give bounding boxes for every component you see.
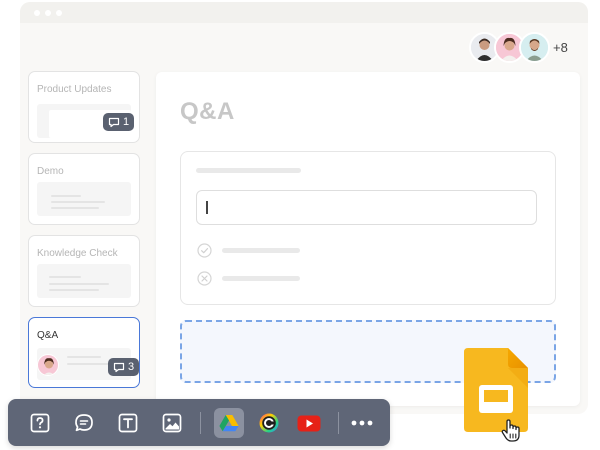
check-circle-icon[interactable] (197, 243, 212, 258)
more-icon (351, 420, 373, 426)
slide-title: Q&A (37, 330, 59, 341)
toolbar-divider (200, 412, 201, 434)
text-icon (118, 413, 138, 433)
comment-count: 1 (123, 116, 130, 128)
add-text-button[interactable] (113, 408, 143, 438)
page-title[interactable]: Q&A (180, 98, 235, 126)
question-placeholder (196, 168, 301, 173)
question-icon (30, 413, 50, 433)
integration-button[interactable] (254, 408, 284, 438)
comment-icon (108, 117, 120, 127)
image-icon (162, 413, 182, 433)
youtube-icon (297, 415, 321, 431)
slide-thumbnail-product-updates[interactable]: Product Updates 1 (28, 71, 140, 143)
more-options-button[interactable] (347, 408, 377, 438)
window-dot (34, 10, 40, 16)
title-bar (20, 2, 588, 23)
add-comment-button[interactable] (69, 408, 99, 438)
comment-icon (113, 362, 125, 372)
x-circle-icon[interactable] (197, 271, 212, 286)
google-drive-icon (219, 415, 239, 432)
slide-title: Knowledge Check (37, 248, 118, 259)
window-dot (56, 10, 62, 16)
add-question-button[interactable] (25, 408, 55, 438)
slide-thumbnail-demo[interactable]: Demo (28, 153, 140, 225)
slide-title: Demo (37, 166, 64, 177)
slide-thumbnail-knowledge-check[interactable]: Knowledge Check (28, 235, 140, 307)
slide-thumbnail-qa[interactable]: Q&A 3 (28, 317, 140, 388)
comment-count: 3 (128, 361, 135, 373)
hand-cursor-icon (501, 419, 520, 442)
avatar[interactable] (519, 32, 550, 63)
option-placeholder (222, 248, 300, 253)
option-placeholder (222, 276, 300, 281)
add-image-button[interactable] (157, 408, 187, 438)
comment-count-badge[interactable]: 3 (108, 358, 140, 376)
answer-input[interactable] (196, 190, 537, 225)
text-caret (206, 201, 208, 214)
presentation-editor: +8 Product Updates 1 Demo Knowledge Chec… (0, 0, 600, 450)
comment-icon (75, 414, 93, 432)
slide-preview (37, 182, 131, 216)
toolbar-divider (338, 412, 339, 434)
more-participants-count[interactable]: +8 (553, 40, 568, 55)
question-card (180, 151, 556, 305)
google-drive-button[interactable] (214, 408, 244, 438)
slide-preview (37, 264, 131, 298)
window-dot (45, 10, 51, 16)
comment-count-badge[interactable]: 1 (103, 113, 135, 131)
youtube-button[interactable] (294, 408, 324, 438)
bottom-toolbar (8, 399, 390, 446)
avatar (37, 354, 59, 376)
slide-title: Product Updates (37, 84, 112, 95)
integration-icon (259, 413, 279, 433)
